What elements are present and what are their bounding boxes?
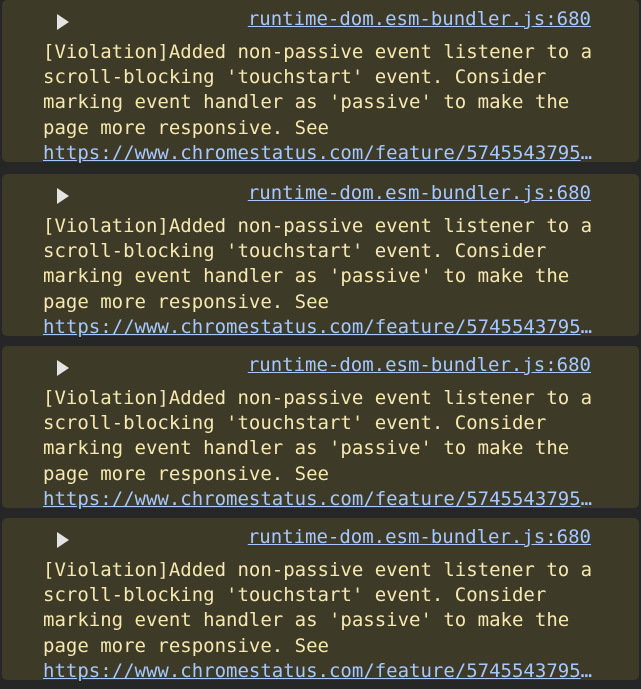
source-link[interactable]: runtime-dom.esm-bundler.js:680 [248,525,591,549]
violation-message[interactable]: runtime-dom.esm-bundler.js:680 [Violatio… [2,174,639,338]
message-text: [Violation]Added non-passive event liste… [43,40,623,141]
message-line: [Violation]Added non-passive event liste… [43,387,593,409]
violation-message[interactable]: runtime-dom.esm-bundler.js:680 [Violatio… [2,518,639,682]
source-link[interactable]: runtime-dom.esm-bundler.js:680 [248,181,591,205]
message-line: page more responsive. See [43,116,329,139]
expand-triangle-icon[interactable] [57,188,69,204]
message-line: scroll-blocking 'touchstart' event. Cons… [43,412,547,435]
message-line: page more responsive. See [43,290,329,313]
message-text: [Violation]Added non-passive event liste… [43,386,623,487]
message-line: page more responsive. See [43,462,329,485]
expand-triangle-icon[interactable] [57,532,69,548]
expand-triangle-icon[interactable] [57,360,69,376]
source-link[interactable]: runtime-dom.esm-bundler.js:680 [248,353,591,377]
message-line: [Violation]Added non-passive event liste… [43,215,593,237]
message-line: marking event handler as 'passive' to ma… [43,609,570,632]
violation-message[interactable]: runtime-dom.esm-bundler.js:680 [Violatio… [2,346,639,510]
message-line: [Violation]Added non-passive event liste… [43,41,593,63]
message-text: [Violation]Added non-passive event liste… [43,214,623,315]
feature-url-link[interactable]: https://www.chromestatus.com/feature/574… [43,487,601,512]
message-line: scroll-blocking 'touchstart' event. Cons… [43,66,547,89]
message-text: [Violation]Added non-passive event liste… [43,558,623,659]
feature-url-link[interactable]: https://www.chromestatus.com/feature/574… [43,141,601,166]
violation-message[interactable]: runtime-dom.esm-bundler.js:680 [Violatio… [2,0,639,164]
message-line: marking event handler as 'passive' to ma… [43,437,570,460]
message-line: scroll-blocking 'touchstart' event. Cons… [43,240,547,263]
message-line: marking event handler as 'passive' to ma… [43,91,570,114]
message-line: page more responsive. See [43,634,329,657]
feature-url-link[interactable]: https://www.chromestatus.com/feature/574… [43,315,601,340]
message-line: scroll-blocking 'touchstart' event. Cons… [43,584,547,607]
feature-url-link[interactable]: https://www.chromestatus.com/feature/574… [43,659,601,684]
message-line: [Violation]Added non-passive event liste… [43,559,593,581]
expand-triangle-icon[interactable] [57,14,69,30]
console-messages: runtime-dom.esm-bundler.js:680 [Violatio… [0,0,641,689]
message-line: marking event handler as 'passive' to ma… [43,265,570,288]
source-link[interactable]: runtime-dom.esm-bundler.js:680 [248,7,591,31]
